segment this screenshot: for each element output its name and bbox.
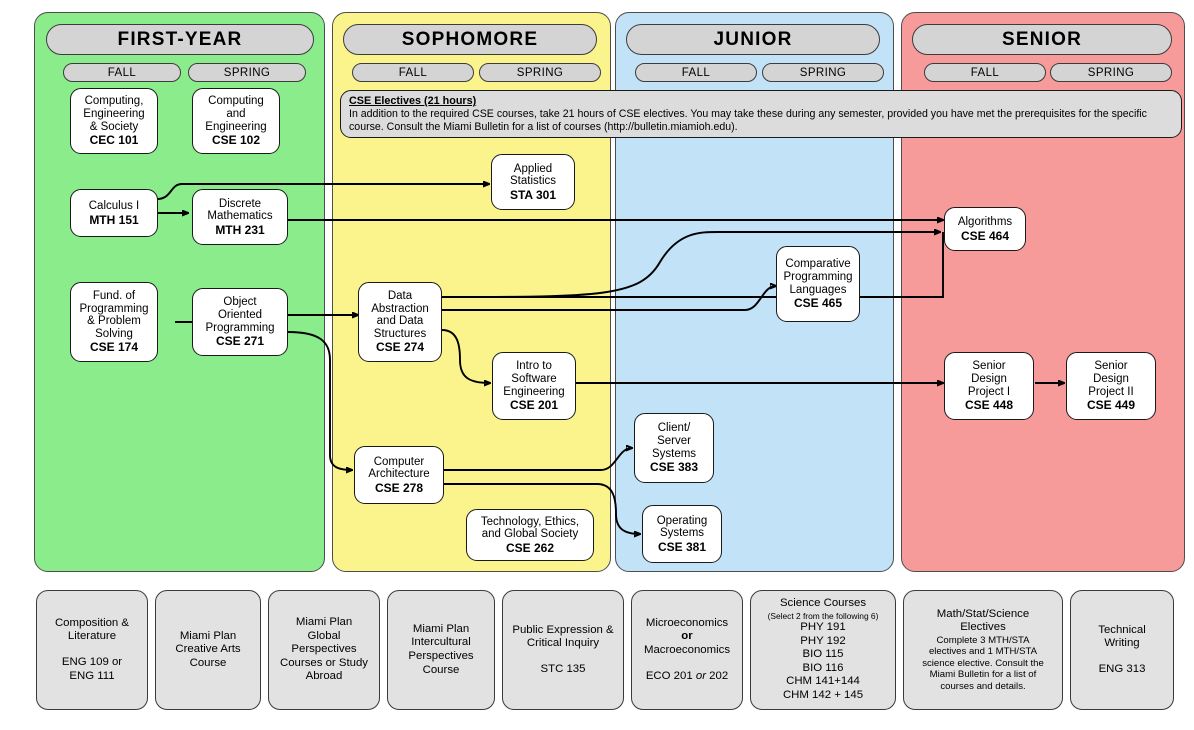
course-code: CSE 274 xyxy=(375,340,425,355)
requirement-title: Miami Plan Global Perspectives Courses o… xyxy=(280,616,368,683)
course-cse262[interactable]: Technology, Ethics, and Global Society C… xyxy=(466,509,594,561)
course-name: Computing, Engineering & Society xyxy=(83,95,145,133)
requirement-subtitle: (Select 2 from the following 6) xyxy=(767,611,879,622)
requirement-box-creative-arts[interactable]: Miami Plan Creative Arts Course xyxy=(155,590,261,710)
requirement-title: Technical Writing xyxy=(1098,623,1146,650)
requirement-box-public-expression[interactable]: Public Expression & Critical Inquiry STC… xyxy=(502,590,624,710)
course-name: Technology, Ethics, and Global Society xyxy=(480,515,580,541)
requirement-box-economics[interactable]: Microeconomics or Macroeconomics ECO 201 o… xyxy=(631,590,743,710)
term-pill-first-year-fall: FALL xyxy=(63,63,181,82)
course-code: CSE 448 xyxy=(964,398,1014,413)
course-code: CSE 262 xyxy=(505,540,555,555)
term-pill-sophomore-spring: SPRING xyxy=(479,63,601,82)
requirement-box-math-stat-science-electives[interactable]: Math/Stat/Science Electives Complete 3 M… xyxy=(903,590,1063,710)
course-name: Data Abstraction and Data Structures xyxy=(371,290,429,340)
course-cec101[interactable]: Computing, Engineering & Society CEC 101 xyxy=(70,88,158,154)
requirement-box-global-perspectives[interactable]: Miami Plan Global Perspectives Courses o… xyxy=(268,590,380,710)
requirement-detail: Complete 3 MTH/STA electives and 1 MTH/S… xyxy=(922,635,1044,692)
course-name: Client/ Server Systems xyxy=(651,422,697,460)
course-name: Operating Systems xyxy=(656,514,708,540)
course-cse174[interactable]: Fund. of Programming & Problem Solving C… xyxy=(70,282,158,362)
course-name: Calculus I xyxy=(88,199,140,212)
course-cse448[interactable]: Senior Design Project I CSE 448 xyxy=(944,352,1034,420)
course-code: CSE 201 xyxy=(509,398,559,413)
requirement-box-intercultural-perspectives[interactable]: Miami Plan Intercultural Perspectives Co… xyxy=(387,590,495,710)
requirement-box-science-courses[interactable]: Science Courses (Select 2 from the follo… xyxy=(750,590,896,710)
course-sta301[interactable]: Applied Statistics STA 301 xyxy=(491,154,575,210)
requirement-detail: ENG 109 or ENG 111 xyxy=(61,656,123,682)
requirement-detail: STC 135 xyxy=(540,662,586,675)
course-code: CSE 465 xyxy=(793,296,843,311)
requirement-detail: ECO 201 or 202 xyxy=(645,669,729,682)
cse-electives-banner: CSE Electives (21 hours) In addition to … xyxy=(340,90,1182,138)
term-pill-junior-fall: FALL xyxy=(635,63,757,82)
requirement-title: Miami Plan Creative Arts Course xyxy=(175,629,241,669)
course-code: CSE 449 xyxy=(1086,398,1136,413)
course-cse278[interactable]: Computer Architecture CSE 278 xyxy=(354,446,444,504)
term-pill-junior-spring: SPRING xyxy=(762,63,884,82)
course-mth151[interactable]: Calculus I MTH 151 xyxy=(70,189,158,237)
course-code: CEC 101 xyxy=(89,133,139,148)
course-name: Computer Architecture xyxy=(368,455,430,481)
course-code: CSE 383 xyxy=(649,460,699,475)
course-code: CSE 271 xyxy=(215,334,265,349)
course-code: STA 301 xyxy=(509,187,557,202)
course-cse271[interactable]: Object Oriented Programming CSE 271 xyxy=(192,288,288,356)
course-code: CSE 381 xyxy=(657,539,707,554)
requirement-box-technical-writing[interactable]: Technical Writing ENG 313 xyxy=(1070,590,1174,710)
banner-text: In addition to the required CSE courses,… xyxy=(349,108,1147,133)
year-title-senior: SENIOR xyxy=(912,24,1172,55)
course-name: Applied Statistics xyxy=(509,162,556,188)
course-name: Senior Design Project I xyxy=(967,360,1011,398)
course-mth231[interactable]: Discrete Mathematics MTH 231 xyxy=(192,189,288,245)
course-code: CSE 102 xyxy=(211,133,261,148)
requirement-title: Science Courses xyxy=(779,597,867,610)
requirement-title: Composition & Literature xyxy=(54,616,130,643)
course-cse449[interactable]: Senior Design Project II CSE 449 xyxy=(1066,352,1156,420)
course-cse465[interactable]: Comparative Programming Languages CSE 46… xyxy=(776,246,860,322)
banner-title: CSE Electives (21 hours) xyxy=(349,95,477,107)
term-pill-senior-spring: SPRING xyxy=(1050,63,1172,82)
requirement-course-list: PHY 191 PHY 192 BIO 115 BIO 116 CHM 141+… xyxy=(782,621,864,701)
course-cse201[interactable]: Intro to Software Engineering CSE 201 xyxy=(492,352,576,420)
flowchart-canvas: FIRST-YEAR FALL SPRING SOPHOMORE FALL SP… xyxy=(0,0,1194,730)
requirement-title: Public Expression & Critical Inquiry xyxy=(512,623,614,650)
course-name: Computing and Engineering xyxy=(205,95,267,133)
year-title-first-year: FIRST-YEAR xyxy=(46,24,314,55)
course-cse381[interactable]: Operating Systems CSE 381 xyxy=(642,505,722,563)
course-code: MTH 231 xyxy=(215,222,265,237)
course-name: Algorithms xyxy=(957,215,1013,228)
requirement-title: Math/Stat/Science Electives xyxy=(936,607,1030,634)
course-code: CSE 278 xyxy=(374,480,424,495)
term-pill-sophomore-fall: FALL xyxy=(352,63,474,82)
course-name: Senior Design Project II xyxy=(1088,360,1134,398)
course-cse383[interactable]: Client/ Server Systems CSE 383 xyxy=(634,413,714,483)
year-title-sophomore: SOPHOMORE xyxy=(343,24,597,55)
requirement-detail: ENG 313 xyxy=(1098,662,1146,675)
requirement-box-composition[interactable]: Composition & Literature ENG 109 or ENG … xyxy=(36,590,148,710)
course-cse274[interactable]: Data Abstraction and Data Structures CSE… xyxy=(358,282,442,362)
course-name: Intro to Software Engineering xyxy=(503,360,565,398)
requirement-title: Microeconomics or Macroeconomics xyxy=(643,616,731,656)
course-cse464[interactable]: Algorithms CSE 464 xyxy=(944,207,1026,251)
requirement-title: Miami Plan Intercultural Perspectives Co… xyxy=(408,622,474,676)
course-cse102[interactable]: Computing and Engineering CSE 102 xyxy=(192,88,280,154)
term-pill-senior-fall: FALL xyxy=(924,63,1046,82)
course-code: CSE 174 xyxy=(89,340,139,355)
course-code: MTH 151 xyxy=(89,212,139,227)
course-name: Object Oriented Programming xyxy=(205,296,275,334)
course-name: Discrete Mathematics xyxy=(207,197,273,223)
year-title-junior: JUNIOR xyxy=(626,24,880,55)
term-pill-first-year-spring: SPRING xyxy=(188,63,306,82)
course-name: Fund. of Programming & Problem Solving xyxy=(79,290,149,340)
course-code: CSE 464 xyxy=(960,228,1010,243)
course-name: Comparative Programming Languages xyxy=(783,258,853,296)
